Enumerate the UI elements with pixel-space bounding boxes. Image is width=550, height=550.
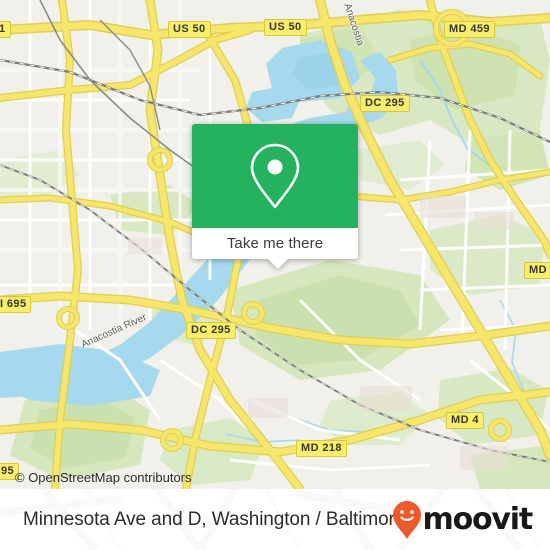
take-me-there-button[interactable]: Take me there (192, 228, 358, 259)
moovit-pin-smiley-icon (392, 500, 422, 540)
road-shield: US 50 (264, 19, 307, 36)
road-shield: DC 295 (360, 95, 410, 112)
moovit-brand-logo[interactable]: moovit (392, 500, 534, 540)
road-shield: MD 459 (444, 21, 495, 38)
road-shield: DC 295 (186, 322, 236, 339)
road-shield: I 695 (0, 296, 32, 313)
road-shield: 1 (0, 21, 11, 38)
page-title: Minnesota Ave and D, Washington / Baltim… (23, 508, 406, 530)
road-shield: MD (524, 262, 550, 279)
moovit-wordmark: moovit (422, 501, 534, 537)
map-canvas[interactable]: 1 US 50 US 50 MD 459 DC 295 MD I 695 DC … (0, 0, 550, 489)
map-screenshot-root: 1 US 50 US 50 MD 459 DC 295 MD I 695 DC … (0, 0, 550, 550)
place-popup-card[interactable]: Take me there (192, 124, 358, 269)
map-pin-icon (247, 140, 303, 212)
popup-image-area (192, 124, 358, 228)
osm-attribution[interactable]: © OpenStreetMap contributors (15, 470, 192, 485)
popup-pointer-tail (267, 258, 289, 269)
road-shield: MD 4 (446, 412, 484, 429)
footer-bar: Minnesota Ave and D, Washington / Baltim… (0, 489, 550, 550)
road-shield: US 50 (168, 21, 211, 38)
road-shield: MD 218 (296, 440, 347, 457)
take-me-there-label: Take me there (226, 235, 324, 252)
